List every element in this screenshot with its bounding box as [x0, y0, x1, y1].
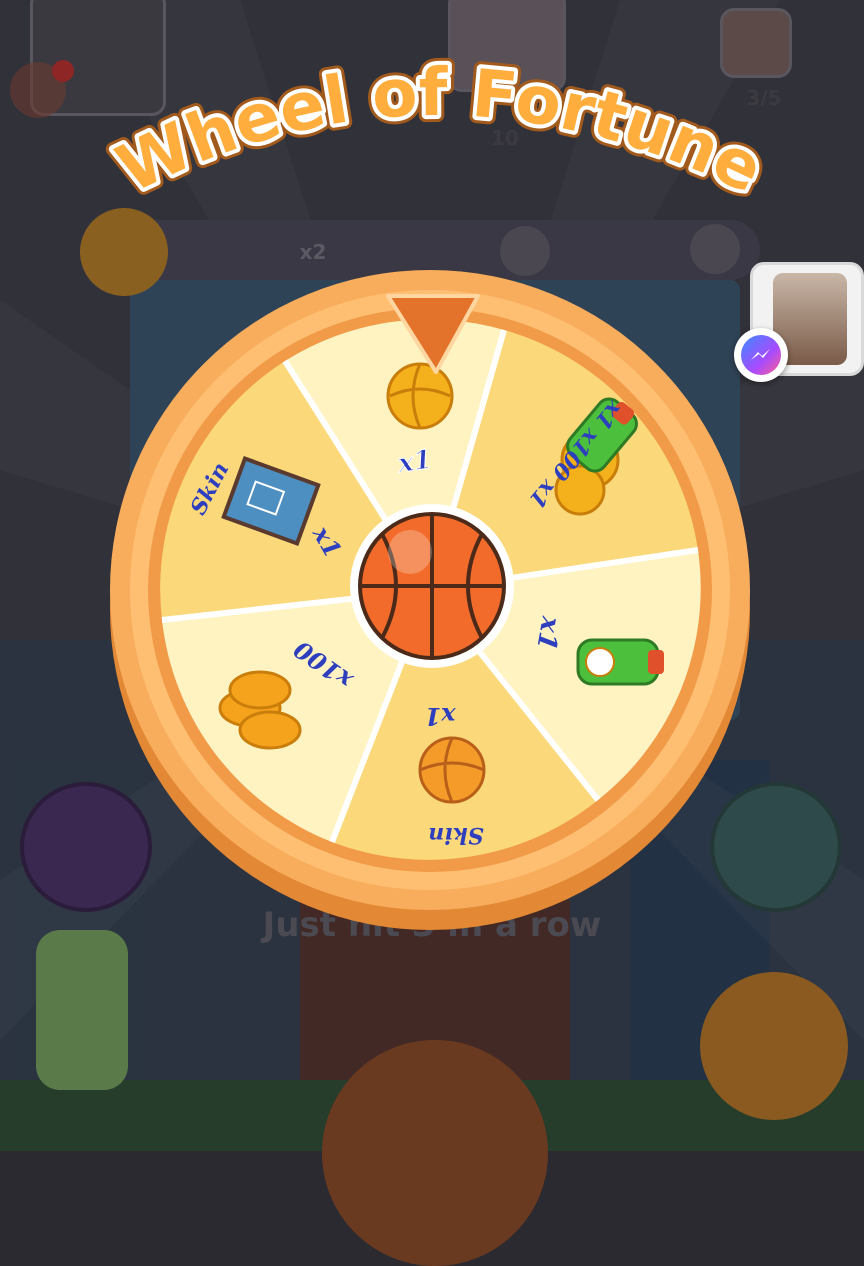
gold-ball-coin-icon	[386, 362, 454, 430]
basketball-icon[interactable]	[350, 504, 514, 668]
ball-skin-button[interactable]	[700, 972, 848, 1120]
fortune-wheel[interactable]: x1 x1 x100 x1 x1 x1 Skin x100 Skin x1	[100, 260, 760, 950]
segment-label-ball-skin-count: x1	[424, 702, 456, 731]
orange-ball-skin-icon	[418, 736, 486, 804]
hoop-bottle-icon[interactable]	[36, 930, 128, 1090]
segment-label-bottle: x1	[530, 613, 566, 652]
page-title: Wheel of Fortune	[106, 54, 775, 208]
svg-text:Wheel of Fortune: Wheel of Fortune	[106, 54, 775, 208]
segment-label-coin: x1	[395, 445, 433, 480]
hoop-bottle-reward-icon	[576, 638, 664, 686]
player-ball[interactable]	[322, 1040, 548, 1266]
title-banner: Wheel of Fortune Wheel of Fortune Wheel …	[0, 0, 864, 260]
segment-label-ball-skin: Skin	[428, 822, 483, 848]
